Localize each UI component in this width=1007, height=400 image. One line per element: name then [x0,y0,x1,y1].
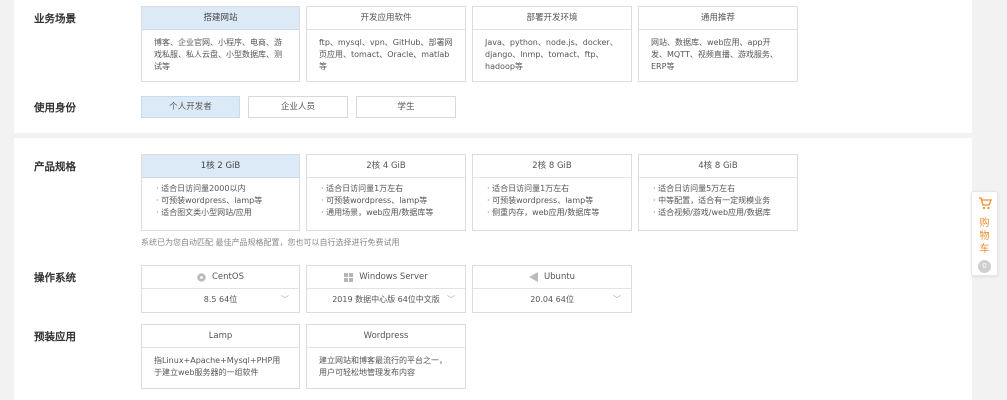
os-name: Ubuntu [543,272,576,282]
spec-line: · 中等配置，适合有一定规模业务 [653,196,771,205]
cart-label-char: 购 [979,218,990,229]
spec-card-title: 2核 4 GiB [307,155,465,178]
spec-line: · 侧重内存，web应用/数据库等 [487,208,600,217]
ubuntu-icon [528,272,538,282]
identity-label: 使用身份 [34,102,76,114]
spec-card-1c2g[interactable]: 1核 2 GiB · 适合日访问量2000以内 · 可预装wordpress、l… [141,154,300,231]
chevron-down-icon: ﹀ [281,295,289,304]
centos-icon [197,272,206,282]
business-card-title: 部署开发环境 [473,7,631,30]
windows-icon [344,272,354,282]
app-card-desc: 指Linux+Apache+Mysql+PHP用于建立web服务器的一组软件 [154,356,281,377]
spec-line: · 可预装wordpress、lamp等 [487,196,594,205]
app-card-title: Lamp [142,325,299,348]
business-label: 业务场景 [34,13,76,25]
spec-label: 产品规格 [34,161,76,173]
identity-option-student[interactable]: 学生 [356,96,456,118]
os-label: 操作系统 [34,272,76,284]
os-card-centos[interactable]: CentOS 8.5 64位 ﹀ [141,265,300,313]
spec-card-title: 4核 8 GiB [639,155,797,178]
app-card-title: Wordpress [307,325,465,348]
business-card-desc: 网站、数据库、web应用、app开发、MQTT、视频直播、游戏服务、ERP等 [651,38,778,71]
spec-card-title: 1核 2 GiB [142,155,299,178]
os-version-select[interactable]: 20.04 64位 ﹀ [473,289,631,312]
spec-line: · 适合日访问量5万左右 [653,184,736,193]
os-name: CentOS [212,272,244,282]
spec-card-title: 2核 8 GiB [473,155,631,178]
app-card-wordpress[interactable]: Wordpress 建立网站和博客最流行的平台之一，用户可轻松地管理发布内容 [306,324,466,389]
spec-line: · 适合日访问量1万左右 [321,184,404,193]
os-version-value: 20.04 64位 [530,295,574,304]
spec-line: · 适合视频/游戏/web应用/数据库 [653,208,771,217]
identity-option-personal-developer[interactable]: 个人开发者 [141,96,240,118]
os-version-select[interactable]: 8.5 64位 ﹀ [142,289,299,312]
shopping-cart-button[interactable]: 购 物 车 0 [971,191,998,276]
spec-card-2c4g[interactable]: 2核 4 GiB · 适合日访问量1万左右 · 可预装wordpress、lam… [306,154,466,231]
spec-auto-match-note: 系统已为您自动匹配 最佳产品规格配置，您也可以自行选择进行免费试用 [141,238,400,247]
chevron-down-icon: ﹀ [613,295,621,304]
business-card-website[interactable]: 搭建网站 博客、企业官网、小程序、电商、游戏私服、私人云盘、小型数据库、测试等 [141,6,300,82]
cart-count-badge: 0 [978,260,991,273]
cart-label-char: 物 [979,231,990,242]
app-card-desc: 建立网站和博客最流行的平台之一，用户可轻松地管理发布内容 [319,356,447,377]
business-card-desc: ftp、mysql、vpn、GitHub、部署网页应用、tomact、Oracl… [319,38,453,71]
cart-label-char: 车 [979,244,990,255]
business-card-title: 搭建网站 [142,7,299,30]
spec-line: · 通用场景，web应用/数据库等 [321,208,434,217]
os-card-windows-server[interactable]: Windows Server 2019 数据中心版 64位中文版 ﹀ [306,265,466,313]
app-card-lamp[interactable]: Lamp 指Linux+Apache+Mysql+PHP用于建立web服务器的一… [141,324,300,389]
spec-card-4c8g[interactable]: 4核 8 GiB · 适合日访问量5万左右 · 中等配置，适合有一定规模业务 ·… [638,154,798,231]
chevron-down-icon: ﹀ [447,295,455,304]
os-version-value: 2019 数据中心版 64位中文版 [332,295,440,304]
os-name: Windows Server [359,272,428,282]
os-card-ubuntu[interactable]: Ubuntu 20.04 64位 ﹀ [472,265,632,313]
cart-icon [972,197,997,211]
spec-line: · 可预装wordpress、lamp等 [321,196,428,205]
business-card-desc: 博客、企业官网、小程序、电商、游戏私服、私人云盘、小型数据库、测试等 [154,38,282,71]
spec-line: · 适合日访问量2000以内 [156,184,246,193]
spec-card-2c8g[interactable]: 2核 8 GiB · 适合日访问量1万左右 · 可预装wordpress、lam… [472,154,632,231]
os-version-value: 8.5 64位 [203,295,238,304]
spec-line: · 适合日访问量1万左右 [487,184,570,193]
business-card-recommended[interactable]: 通用推荐 网站、数据库、web应用、app开发、MQTT、视频直播、游戏服务、E… [638,6,798,82]
os-version-select[interactable]: 2019 数据中心版 64位中文版 ﹀ [307,289,465,312]
business-card-title: 开发应用软件 [307,7,465,30]
business-card-desc: Java、python、node.js、docker、django、lnmp、t… [485,38,618,71]
business-card-dev-env[interactable]: 部署开发环境 Java、python、node.js、docker、django… [472,6,632,82]
spec-line: · 可预装wordpress、lamp等 [156,196,263,205]
identity-option-enterprise[interactable]: 企业人员 [248,96,348,118]
business-card-title: 通用推荐 [639,7,797,30]
apps-label: 预装应用 [34,331,76,343]
business-card-dev-software[interactable]: 开发应用软件 ftp、mysql、vpn、GitHub、部署网页应用、tomac… [306,6,466,82]
spec-line: · 适合图文类小型网站/应用 [156,208,252,217]
